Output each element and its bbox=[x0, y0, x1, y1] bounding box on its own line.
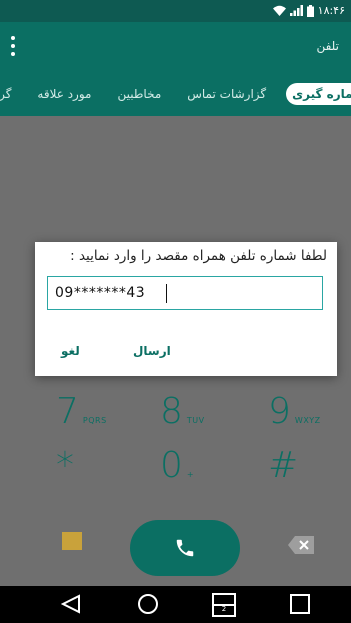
nav-recents-icon[interactable] bbox=[290, 594, 310, 614]
backspace-icon[interactable] bbox=[288, 536, 314, 554]
tab-call-logs[interactable]: گزارشات تماس bbox=[181, 83, 272, 105]
tab-favorites[interactable]: مورد علاقه bbox=[31, 83, 97, 105]
call-row bbox=[0, 512, 351, 576]
message-icon[interactable] bbox=[62, 532, 82, 550]
dialpad-key-9[interactable]: 9 WXYZ bbox=[268, 394, 321, 430]
dialpad-key-star[interactable]: * bbox=[56, 448, 74, 484]
text-cursor bbox=[166, 284, 167, 303]
key-digit: 8 bbox=[160, 391, 183, 432]
nav-dual-window-icon[interactable]: 2 bbox=[212, 593, 236, 617]
send-button[interactable]: ارسال bbox=[133, 344, 171, 358]
key-digit: 0 bbox=[160, 445, 183, 486]
nav-back-icon[interactable] bbox=[61, 594, 81, 614]
key-digit: * bbox=[56, 445, 74, 486]
tab-groups[interactable]: گروه ها bbox=[0, 83, 17, 105]
dialog-prompt: لطفا شماره تلفن همراه مقصد را وارد نمایی… bbox=[70, 248, 327, 264]
dialpad-key-7[interactable]: 7 PQRS bbox=[56, 394, 107, 430]
battery-icon bbox=[306, 4, 314, 17]
wifi-icon bbox=[272, 5, 286, 16]
dual-window-label: 2 bbox=[221, 605, 227, 613]
phone-number-value: 09*******43 bbox=[55, 285, 146, 301]
key-digit: 7 bbox=[56, 391, 79, 432]
tab-strip: شماره گیری گزارشات تماس مخاطبین مورد علا… bbox=[0, 80, 351, 108]
overflow-menu-icon[interactable] bbox=[8, 36, 18, 56]
dialpad-key-0[interactable]: 0 + bbox=[160, 448, 194, 484]
dialog-actions: ارسال لغو bbox=[35, 342, 337, 364]
tab-dialer[interactable]: شماره گیری bbox=[286, 83, 351, 105]
call-icon bbox=[176, 539, 194, 557]
dialpad: 7 PQRS 8 TUV 9 WXYZ * 0 + # bbox=[0, 390, 351, 586]
signal-icon bbox=[289, 5, 303, 16]
status-bar: ۱۸:۴۶ bbox=[0, 0, 351, 22]
key-digit: # bbox=[268, 445, 299, 486]
phone-number-dialog: لطفا شماره تلفن همراه مقصد را وارد نمایی… bbox=[35, 242, 337, 376]
tab-bar: شماره گیری گزارشات تماس مخاطبین مورد علا… bbox=[0, 72, 351, 116]
phone-number-input[interactable]: 09*******43 bbox=[47, 276, 323, 310]
key-digit: 9 bbox=[268, 391, 291, 432]
app-title: تلفن bbox=[316, 39, 339, 53]
key-letters: PQRS bbox=[82, 416, 107, 425]
key-letters: WXYZ bbox=[294, 416, 321, 425]
navigation-bar: 2 bbox=[0, 586, 351, 623]
dialpad-key-8[interactable]: 8 TUV bbox=[160, 394, 205, 430]
status-time: ۱۸:۴۶ bbox=[317, 4, 345, 17]
dialpad-key-hash[interactable]: # bbox=[268, 448, 298, 484]
cancel-button[interactable]: لغو bbox=[61, 344, 80, 358]
app-bar: تلفن bbox=[0, 22, 351, 72]
call-button[interactable] bbox=[130, 520, 240, 576]
nav-home-icon[interactable] bbox=[138, 594, 158, 614]
status-icons: ۱۸:۴۶ bbox=[272, 4, 345, 17]
tab-contacts[interactable]: مخاطبین bbox=[111, 83, 167, 105]
key-letters: TUV bbox=[186, 416, 205, 425]
key-letters: + bbox=[186, 470, 195, 479]
